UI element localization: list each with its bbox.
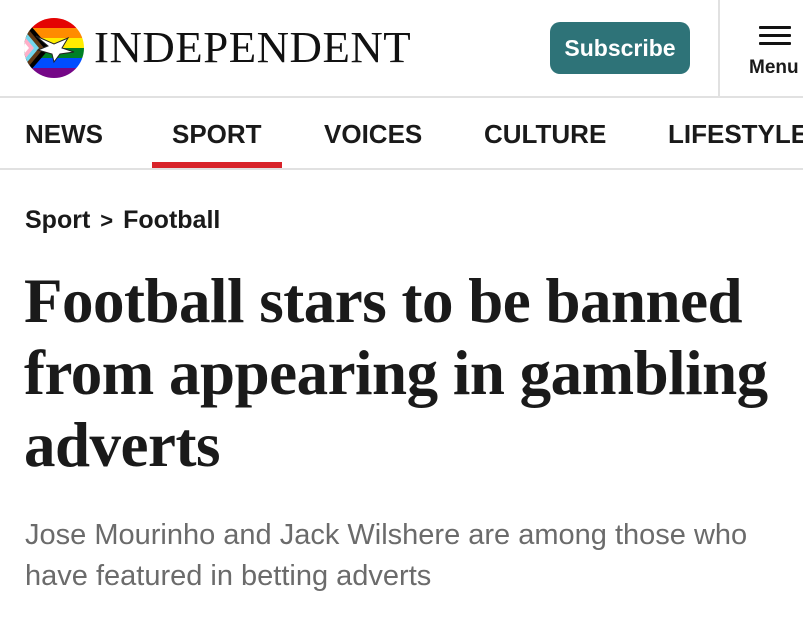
article-headline: Football stars to be banned from appeari… <box>24 266 768 480</box>
breadcrumb-football[interactable]: Football <box>123 206 220 235</box>
breadcrumb: Sport > Football <box>25 206 220 235</box>
site-header: INDEPENDENT Subscribe Menu <box>0 0 803 98</box>
nav-item-sport[interactable]: SPORT <box>152 98 282 168</box>
article-standfirst: Jose Mourinho and Jack Wilshere are amon… <box>25 519 748 592</box>
menu-label: Menu <box>749 57 799 78</box>
breadcrumb-separator: > <box>100 207 114 233</box>
nav-item-culture[interactable]: CULTURE <box>484 98 606 168</box>
site-logo[interactable]: INDEPENDENT <box>24 18 411 78</box>
menu-button[interactable]: Menu <box>720 0 803 98</box>
breadcrumb-sport[interactable]: Sport <box>25 206 90 235</box>
nav-item-lifestyle[interactable]: LIFESTYLE <box>668 98 803 168</box>
logo-wordmark: INDEPENDENT <box>94 23 412 72</box>
subscribe-button[interactable]: Subscribe <box>550 22 690 74</box>
nav-item-news[interactable]: NEWS <box>25 98 103 168</box>
nav-item-voices[interactable]: VOICES <box>324 98 422 168</box>
section-nav: NEWS SPORT VOICES CULTURE LIFESTYLE <box>0 98 803 170</box>
hamburger-icon <box>759 26 791 46</box>
eagle-logo-icon <box>24 18 84 78</box>
